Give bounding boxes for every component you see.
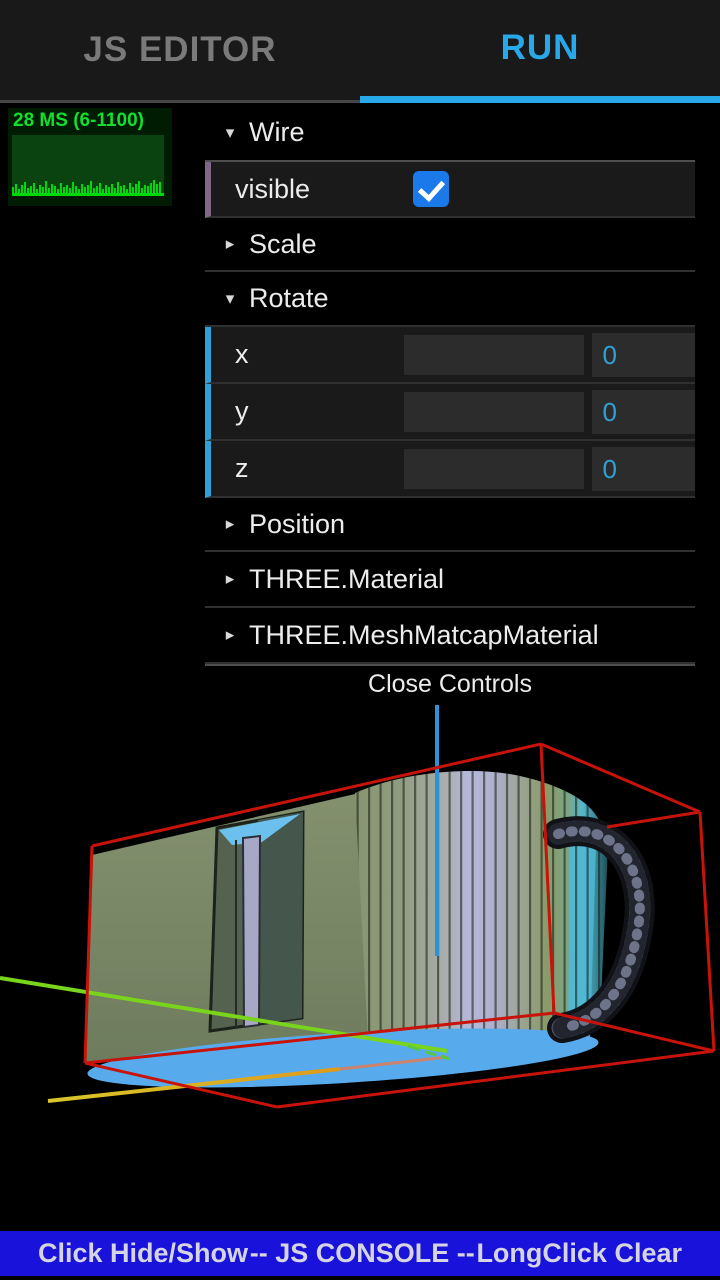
rotate-z-slider[interactable] (404, 448, 585, 489)
close-controls-button[interactable]: Close Controls (205, 664, 695, 703)
tab-bar: JS EDITOR RUN (0, 0, 720, 103)
chevron-right-icon: ▸ (225, 514, 235, 533)
rotate-x-slider[interactable] (404, 334, 585, 375)
visible-checkbox[interactable] (413, 171, 449, 207)
chevron-right-icon: ▸ (225, 625, 235, 644)
mug-segment-lines (355, 771, 608, 1043)
checkmark-icon (417, 174, 446, 202)
folder-wire[interactable]: ▾ Wire (205, 105, 695, 162)
stats-panel[interactable]: 28 MS (6-1100) (8, 108, 172, 206)
app-root: JS EDITOR RUN 28 MS (6-1100) ▾ Wire visi… (0, 0, 720, 1280)
tab-js-editor[interactable]: JS EDITOR (0, 0, 360, 103)
folder-label: THREE.MeshMatcapMaterial (249, 619, 599, 650)
rotate-z-value[interactable]: 0 (592, 446, 695, 491)
control-label: x (235, 339, 249, 369)
control-label: z (235, 453, 249, 483)
control-rotate-z: z 0 (205, 441, 695, 498)
rotate-y-value[interactable]: 0 (592, 389, 695, 434)
folder-label: Wire (249, 117, 305, 147)
rotate-y-slider[interactable] (404, 391, 585, 432)
chevron-down-icon: ▾ (225, 122, 235, 142)
control-rotate-y: y 0 (205, 384, 695, 441)
tab-run[interactable]: RUN (360, 0, 720, 103)
control-visible: visible (205, 162, 695, 218)
stats-graph (12, 135, 164, 196)
control-label: y (235, 396, 249, 426)
folder-three-meshmatcapmaterial[interactable]: ▸ THREE.MeshMatcapMaterial (205, 608, 695, 664)
chevron-right-icon: ▸ (225, 234, 235, 253)
folder-label: THREE.Material (249, 563, 445, 594)
control-label: visible (235, 173, 311, 204)
chevron-down-icon: ▾ (225, 288, 235, 308)
folder-position[interactable]: ▸ Position (205, 498, 695, 552)
folder-three-material[interactable]: ▸ THREE.Material (205, 552, 695, 608)
stats-bars (12, 173, 164, 193)
folder-label: Position (249, 508, 346, 539)
folder-scale[interactable]: ▸ Scale (205, 218, 695, 272)
controls-panel: ▾ Wire visible ▸ Scale ▾ Rotate x 0 y 0 (205, 105, 695, 703)
control-rotate-x: x 0 (205, 327, 695, 384)
folder-label: Scale (249, 228, 317, 259)
js-console-bar: Click Hide/Show -- JS CONSOLE -- LongCli… (0, 1231, 720, 1276)
console-clear-button[interactable]: LongClick Clear (476, 1238, 682, 1269)
console-hide-show-button[interactable]: Click Hide/Show (38, 1238, 248, 1269)
chevron-right-icon: ▸ (225, 569, 235, 588)
console-title[interactable]: -- JS CONSOLE -- (250, 1238, 475, 1269)
mug-opening (208, 810, 305, 1033)
folder-rotate[interactable]: ▾ Rotate (205, 272, 695, 327)
folder-label: Rotate (249, 283, 329, 313)
stats-baseline (12, 193, 164, 196)
stats-readout: 28 MS (6-1100) (13, 110, 144, 131)
rotate-x-value[interactable]: 0 (592, 332, 695, 377)
